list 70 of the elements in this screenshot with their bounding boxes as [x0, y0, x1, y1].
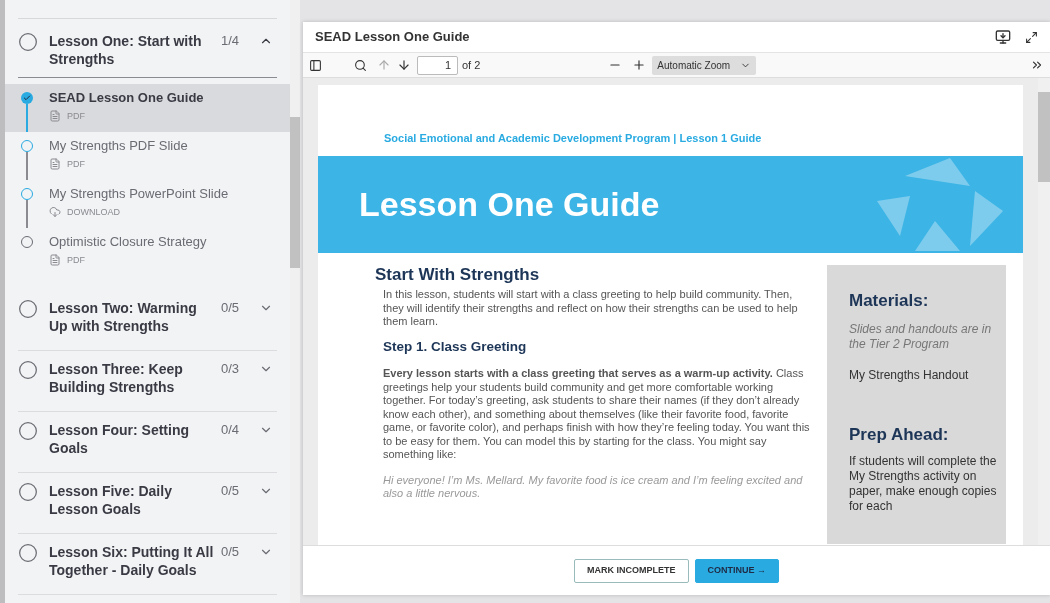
pdf-scrollbar[interactable] — [1038, 78, 1050, 545]
lesson-progress: 1/4 — [221, 32, 241, 50]
lesson-progress: 0/3 — [221, 360, 241, 378]
download-icon[interactable] — [995, 29, 1011, 45]
scrollbar-thumb[interactable] — [290, 117, 300, 268]
intro-paragraph: In this lesson, students will start with a class greeting to help build community. Then, they will identify their strengths and reflect on how their strengths can be used to help them learn. — [382, 288, 799, 329]
lesson-header[interactable]: Lesson Three: Keep Building Strengths 0/3 — [18, 351, 277, 412]
lesson-header[interactable]: Lesson Four: Setting Goals 0/4 — [18, 412, 277, 473]
materials-note: Slides and handouts are in the Tier 2 Program — [849, 322, 993, 352]
sidebar-toggle-icon[interactable] — [309, 58, 322, 72]
materials-title: Materials: — [849, 293, 930, 308]
circle-icon — [18, 543, 38, 563]
lesson-header[interactable]: Lesson Six: Putting It All Together - Daily Goals 0/5 — [18, 534, 277, 595]
item-type: PDF — [67, 109, 85, 123]
expand-icon[interactable] — [1025, 30, 1038, 44]
lesson-item[interactable]: My Strengths PDF Slide PDF — [5, 132, 290, 180]
circle-icon — [18, 482, 38, 502]
scrollbar[interactable] — [290, 0, 300, 603]
lesson-progress: 0/4 — [221, 421, 241, 439]
lesson-header[interactable]: Lesson Five: Daily Lesson Goals 0/5 — [18, 473, 277, 534]
double-chevron-icon[interactable] — [1030, 58, 1044, 72]
circle-icon — [18, 299, 38, 319]
lesson-item[interactable]: SEAD Lesson One Guide PDF — [5, 84, 290, 132]
prep-paragraph: If students will complete the My Strengths activity on paper, make enough copies for each — [849, 454, 998, 514]
circle-icon — [18, 32, 38, 52]
cloud-download-icon — [49, 206, 61, 219]
lesson-title: Lesson Six: Putting It All Together - Daily Goals — [49, 543, 215, 579]
lesson-progress: 0/5 — [221, 299, 241, 317]
document-header: Social Emotional and Academic Development Program | Lesson 1 Guide — [384, 132, 762, 144]
lesson-progress: 0/5 — [221, 543, 241, 561]
circle-icon — [18, 421, 38, 441]
item-type: PDF — [67, 253, 85, 267]
section-title: Start With Strengths — [375, 265, 541, 285]
lesson-title: Lesson Two: Warming Up with Strengths — [49, 299, 198, 335]
search-icon[interactable] — [354, 58, 367, 72]
arrow-up-icon[interactable] — [377, 58, 391, 72]
arrow-down-icon[interactable] — [397, 58, 411, 72]
lesson-header[interactable]: Lesson One: Start with Strengths 1/4 — [18, 19, 277, 78]
item-type: PDF — [67, 157, 85, 171]
item-title: SEAD Lesson One Guide — [49, 89, 204, 107]
item-title: My Strengths PowerPoint Slide — [49, 185, 229, 203]
item-title: My Strengths PDF Slide — [49, 137, 188, 155]
item-type: DOWNLOAD — [67, 205, 120, 219]
lesson-title: Lesson One: Start with Strengths — [49, 32, 203, 68]
page-count: of 2 — [462, 57, 481, 73]
step-title: Step 1. Class Greeting — [382, 339, 528, 353]
file-icon — [49, 254, 61, 267]
mark-incomplete-button[interactable]: MARK INCOMPLETE — [574, 558, 689, 583]
zoom-select[interactable]: Automatic Zoom — [652, 55, 757, 75]
file-icon — [49, 158, 61, 171]
lesson-title: Lesson Five: Daily Lesson Goals — [49, 482, 173, 518]
continue-button[interactable]: CONTINUE → — [694, 558, 779, 583]
scrollbar-thumb[interactable] — [1038, 92, 1050, 182]
viewer-title: SEAD Lesson One Guide — [315, 28, 470, 47]
lesson-item[interactable]: My Strengths PowerPoint Slide DOWNLOAD — [5, 180, 290, 228]
quote-paragraph: Hi everyone! I’m Ms. Mellard. My favorite food is ice cream and I’m feeling excited and also a little nervous. — [382, 473, 804, 501]
item-title: Optimistic Closure Strategy — [49, 233, 207, 251]
circle-icon — [18, 360, 38, 380]
lesson-item[interactable]: Optimistic Closure Strategy PDF — [5, 228, 290, 276]
materials-item: My Strengths Handout — [849, 368, 970, 383]
zoom-in-icon[interactable] — [632, 58, 647, 72]
page-number-field[interactable]: 1 — [417, 55, 458, 75]
lesson-title: Lesson Three: Keep Building Strengths — [49, 360, 184, 396]
lesson-progress: 0/5 — [221, 482, 241, 500]
step-paragraph: Every lesson starts with a class greeting that serves as a warm-up activity. Class greetings help your students build community and get more comfortable working together. For today’s greeting, ask students to share their names (if they don’t already know each other), and something about themselves (like their favorite food, favorite game, or favorite color), and perhaps finish with how they’re feeling today. You want this to be easy for them. You can model this by starting for the class. You might say something like: — [382, 367, 810, 462]
lesson-header[interactable]: Lesson Two: Warming Up with Strengths 0/5 — [18, 290, 277, 351]
prep-title: Prep Ahead: — [849, 427, 950, 442]
lesson-title: Lesson Four: Setting Goals — [49, 421, 190, 457]
banner-title: Lesson One Guide — [359, 184, 660, 225]
file-icon — [49, 110, 61, 123]
